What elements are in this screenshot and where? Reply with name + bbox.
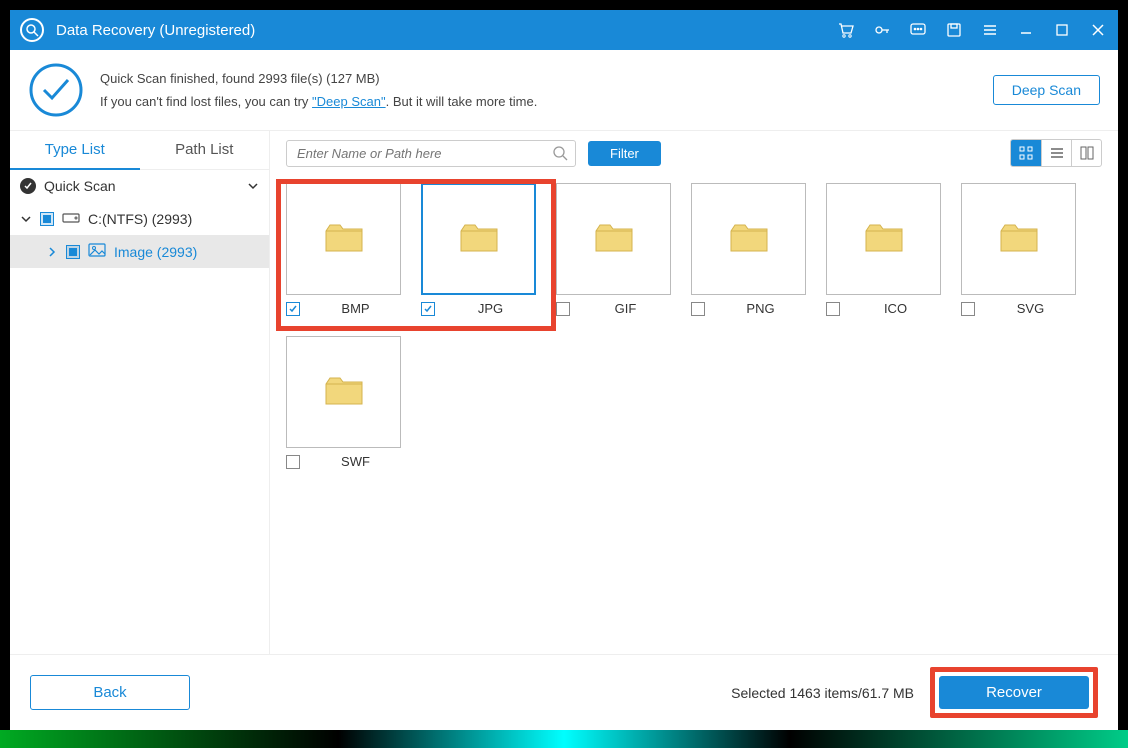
deep-scan-link[interactable]: "Deep Scan" — [312, 94, 386, 109]
chevron-down-icon — [20, 213, 32, 225]
app-title: Data Recovery (Unregistered) — [56, 22, 836, 39]
cart-icon[interactable] — [836, 20, 856, 40]
folder-icon — [324, 221, 364, 257]
tree-drive-label: C:(NTFS) (2993) — [88, 211, 192, 227]
checkbox-ico[interactable] — [826, 302, 840, 316]
folder-item-svg[interactable]: SVG — [961, 183, 1076, 316]
maximize-icon[interactable] — [1052, 20, 1072, 40]
view-grid-button[interactable] — [1011, 140, 1041, 166]
deep-scan-button[interactable]: Deep Scan — [993, 75, 1100, 105]
folder-icon — [594, 221, 634, 257]
folder-label: PNG — [715, 301, 806, 316]
checkbox-gif[interactable] — [556, 302, 570, 316]
tree-drive-c[interactable]: C:(NTFS) (2993) — [10, 202, 269, 235]
folder-item-gif[interactable]: GIF — [556, 183, 671, 316]
tree-root-label: Quick Scan — [44, 178, 239, 194]
folder-item-jpg[interactable]: JPG — [421, 183, 536, 316]
view-mode-toggle — [1010, 139, 1102, 167]
folder-grid: BMP JPG GIF PNG — [270, 175, 1118, 654]
folder-item-bmp[interactable]: BMP — [286, 183, 401, 316]
tree-image-category[interactable]: Image (2993) — [10, 235, 269, 268]
annotation-highlight-recover: Recover — [930, 667, 1098, 718]
hint-pre: If you can't find lost files, you can tr… — [100, 94, 312, 109]
checkbox-bmp[interactable] — [286, 302, 300, 316]
footer: Back Selected 1463 items/61.7 MB Recover — [10, 654, 1118, 730]
recover-button[interactable]: Recover — [939, 676, 1089, 709]
folder-icon — [999, 221, 1039, 257]
save-icon[interactable] — [944, 20, 964, 40]
close-icon[interactable] — [1088, 20, 1108, 40]
view-list-button[interactable] — [1041, 140, 1071, 166]
chevron-right-icon — [46, 246, 58, 258]
folder-item-ico[interactable]: ICO — [826, 183, 941, 316]
image-icon — [88, 243, 106, 260]
app-logo-icon — [20, 18, 44, 42]
search-icon[interactable] — [552, 145, 568, 166]
sidebar: Type List Path List Quick Scan C:(NTFS) … — [10, 131, 270, 654]
checkbox-partial-icon[interactable] — [40, 212, 54, 226]
tab-type-list[interactable]: Type List — [10, 131, 140, 170]
filter-button[interactable]: Filter — [588, 141, 661, 166]
folder-label: BMP — [310, 301, 401, 316]
drive-icon — [62, 210, 80, 227]
scan-result-text: Quick Scan finished, found 2993 file(s) … — [100, 71, 977, 86]
titlebar: Data Recovery (Unregistered) — [10, 10, 1118, 50]
search-wrapper — [286, 140, 576, 167]
folder-label: JPG — [445, 301, 536, 316]
tab-path-list[interactable]: Path List — [140, 131, 270, 170]
folder-item-png[interactable]: PNG — [691, 183, 806, 316]
menu-icon[interactable] — [980, 20, 1000, 40]
search-input[interactable] — [286, 140, 576, 167]
checkbox-swf[interactable] — [286, 455, 300, 469]
folder-item-swf[interactable]: SWF — [286, 336, 401, 469]
chevron-down-icon — [247, 180, 259, 192]
view-detail-button[interactable] — [1071, 140, 1101, 166]
minimize-icon[interactable] — [1016, 20, 1036, 40]
folder-label: SVG — [985, 301, 1076, 316]
tree-root-quick-scan[interactable]: Quick Scan — [10, 170, 269, 202]
tree-image-label: Image (2993) — [114, 244, 197, 260]
checkmark-icon — [28, 62, 84, 118]
key-icon[interactable] — [872, 20, 892, 40]
toolbar: Filter — [270, 131, 1118, 175]
checkbox-svg[interactable] — [961, 302, 975, 316]
back-button[interactable]: Back — [30, 675, 190, 710]
checkbox-jpg[interactable] — [421, 302, 435, 316]
folder-label: SWF — [310, 454, 401, 469]
app-window: Data Recovery (Unregistered) Quick Scan … — [10, 10, 1118, 730]
folder-icon — [324, 374, 364, 410]
checkbox-png[interactable] — [691, 302, 705, 316]
selection-summary: Selected 1463 items/61.7 MB — [731, 685, 914, 701]
scan-status-bar: Quick Scan finished, found 2993 file(s) … — [10, 50, 1118, 131]
folder-icon — [864, 221, 904, 257]
checkbox-partial-icon[interactable] — [66, 245, 80, 259]
chat-icon[interactable] — [908, 20, 928, 40]
scan-hint-text: If you can't find lost files, you can tr… — [100, 94, 977, 109]
folder-icon — [459, 221, 499, 257]
folder-label: GIF — [580, 301, 671, 316]
check-dot-icon — [20, 178, 36, 194]
hint-post: . But it will take more time. — [386, 94, 538, 109]
folder-icon — [729, 221, 769, 257]
folder-label: ICO — [850, 301, 941, 316]
